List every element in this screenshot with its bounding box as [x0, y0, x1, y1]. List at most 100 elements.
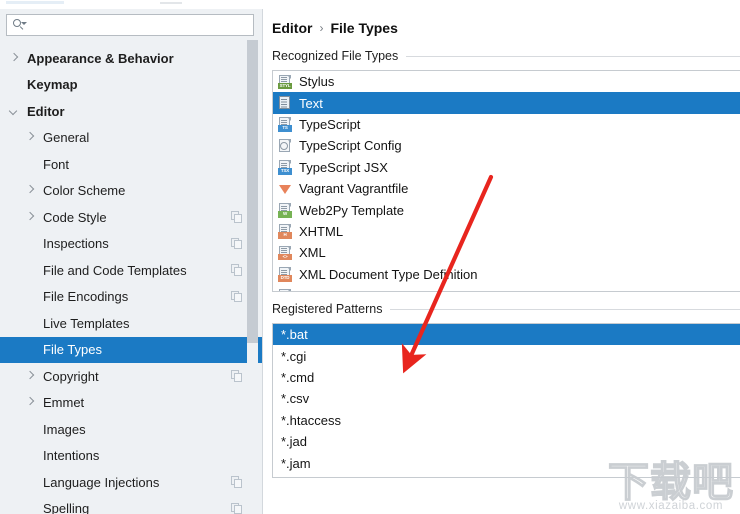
tree-spacer — [26, 504, 35, 513]
sidebar-scrollbar-thumb[interactable] — [247, 40, 258, 343]
window-top-strip — [0, 0, 740, 9]
search-input[interactable] — [26, 16, 253, 34]
file-type-label: TypeScript JSX — [299, 160, 388, 175]
file-text-icon — [278, 96, 292, 111]
sidebar-item-label: Live Templates — [43, 316, 243, 331]
file-type-row[interactable]: YAML YAML — [273, 285, 740, 292]
sidebar-item-file-and-code-templates[interactable]: File and Code Templates — [0, 257, 263, 284]
search-area — [0, 9, 263, 43]
sidebar-item-label: Code Style — [43, 210, 243, 225]
file-typescript-icon: TS — [278, 117, 292, 132]
sidebar-item-live-templates[interactable]: Live Templates — [0, 310, 263, 337]
chevron-right-icon[interactable] — [26, 213, 35, 222]
sidebar-item-color-scheme[interactable]: Color Scheme — [0, 178, 263, 205]
sidebar-item-code-style[interactable]: Code Style — [0, 204, 263, 231]
sidebar-item-file-types[interactable]: File Types — [0, 337, 263, 364]
chevron-right-icon[interactable] — [10, 54, 19, 63]
pattern-row[interactable]: *.jam — [273, 452, 740, 473]
copy-settings-icon[interactable] — [231, 291, 243, 303]
recognized-file-types-list[interactable]: STYLStylusTextTSTypeScriptTypeScript Con… — [272, 70, 740, 292]
chevron-right-icon[interactable] — [26, 398, 35, 407]
sidebar-item-keymap[interactable]: Keymap — [0, 72, 263, 99]
copy-settings-icon[interactable] — [231, 264, 243, 276]
recognized-file-types-group: Recognized File Types STYLStylusTextTSTy… — [263, 47, 740, 292]
sidebar-item-label: File Encodings — [43, 289, 243, 304]
pattern-label: *.htaccess — [281, 413, 341, 428]
sidebar-item-inspections[interactable]: Inspections — [0, 231, 263, 258]
settings-tree[interactable]: Appearance & Behavior Keymap EditorGeneral… — [0, 43, 263, 514]
breadcrumb: Editor › File Types — [263, 9, 740, 39]
chevron-right-icon[interactable] — [26, 372, 35, 381]
file-type-row[interactable]: TSXTypeScript JSX — [273, 157, 740, 178]
sidebar-item-intentions[interactable]: Intentions — [0, 443, 263, 470]
sidebar-item-label: Appearance & Behavior — [27, 51, 243, 66]
copy-settings-icon[interactable] — [231, 370, 243, 382]
breadcrumb-parent[interactable]: Editor — [272, 20, 312, 36]
file-type-row[interactable]: Vagrant Vagrantfile — [273, 178, 740, 199]
file-type-row[interactable]: TSTypeScript — [273, 114, 740, 135]
sidebar-item-emmet[interactable]: Emmet — [0, 390, 263, 417]
sidebar-item-language-injections[interactable]: Language Injections — [0, 469, 263, 496]
pattern-row[interactable]: *.bat — [273, 324, 740, 345]
sidebar-item-editor[interactable]: Editor — [0, 98, 263, 125]
search-box[interactable] — [6, 14, 254, 36]
file-type-row[interactable]: Text — [273, 92, 740, 113]
tree-spacer — [26, 266, 35, 275]
sidebar-item-label: Images — [43, 422, 243, 437]
sidebar-item-font[interactable]: Font — [0, 151, 263, 178]
pattern-label: *.cgi — [281, 349, 306, 364]
pattern-label: *.bat — [281, 327, 308, 342]
chevron-right-icon[interactable] — [26, 186, 35, 195]
pattern-label: *.log — [281, 477, 307, 478]
copy-settings-icon[interactable] — [231, 238, 243, 250]
tree-spacer — [26, 292, 35, 301]
pattern-row[interactable]: *.csv — [273, 388, 740, 409]
settings-dialog: Appearance & BehaviorKeymapEditorGeneral… — [0, 0, 740, 514]
pattern-row[interactable]: *.htaccess — [273, 410, 740, 431]
recognized-file-types-title: Recognized File Types — [272, 47, 740, 65]
file-type-row[interactable]: TypeScript Config — [273, 135, 740, 156]
pattern-row[interactable]: *.jad — [273, 431, 740, 452]
file-type-row[interactable]: DTDXML Document Type Definition — [273, 264, 740, 285]
file-type-row[interactable]: W Web2Py Template — [273, 199, 740, 220]
sidebar-item-general[interactable]: General — [0, 125, 263, 152]
tree-spacer — [26, 478, 35, 487]
chevron-down-icon[interactable] — [10, 107, 19, 116]
pattern-label: *.csv — [281, 391, 309, 406]
pattern-row[interactable]: *.cmd — [273, 367, 740, 388]
sidebar-item-spelling[interactable]: Spelling — [0, 496, 263, 514]
tree-spacer — [26, 345, 35, 354]
tree-spacer — [26, 425, 35, 434]
file-xhtml-icon: H — [278, 224, 292, 239]
copy-settings-icon[interactable] — [231, 503, 243, 514]
pattern-label: *.cmd — [281, 370, 314, 385]
file-web2py-icon: W — [278, 203, 292, 218]
settings-main-panel: Editor › File Types Recognized File Type… — [263, 0, 740, 514]
file-type-label: YAML — [299, 288, 333, 292]
chevron-right-icon[interactable] — [26, 133, 35, 142]
file-xml-icon: <> — [278, 245, 292, 260]
registered-patterns-list[interactable]: *.bat *.cgi *.cmd *.csv *.htaccess *.jad*.jam… — [272, 323, 740, 478]
sidebar-item-copyright[interactable]: Copyright — [0, 363, 263, 390]
sidebar-item-label: Color Scheme — [43, 183, 243, 198]
file-type-label: Stylus — [299, 74, 334, 89]
file-type-row[interactable]: STYLStylus — [273, 71, 740, 92]
sidebar-item-file-encodings[interactable]: File Encodings — [0, 284, 263, 311]
sidebar-item-images[interactable]: Images — [0, 416, 263, 443]
sidebar-item-label: File and Code Templates — [43, 263, 243, 278]
sidebar-item-label: Language Injections — [43, 475, 243, 490]
pattern-row[interactable]: *.cgi — [273, 345, 740, 366]
file-type-label: Web2Py Template — [299, 203, 404, 218]
pattern-row[interactable]: *.log — [273, 474, 740, 478]
file-yaml-icon: YAML — [278, 288, 292, 292]
file-type-label: XHTML — [299, 224, 343, 239]
copy-settings-icon[interactable] — [231, 476, 243, 488]
sidebar-item-appearance-behavior[interactable]: Appearance & Behavior — [0, 45, 263, 72]
file-type-label: Vagrant Vagrantfile — [299, 181, 408, 196]
sidebar-item-label: Emmet — [43, 395, 243, 410]
copy-settings-icon[interactable] — [231, 211, 243, 223]
file-type-row[interactable]: <>XML — [273, 242, 740, 263]
sidebar-item-label: Keymap — [27, 77, 243, 92]
file-type-row[interactable]: H XHTML — [273, 221, 740, 242]
recognized-file-types-label: Recognized File Types — [272, 49, 398, 63]
